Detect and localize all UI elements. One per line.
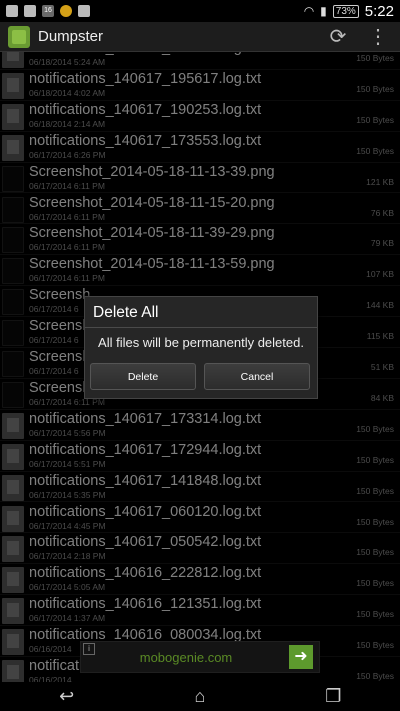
home-icon[interactable]: ⌂ bbox=[180, 685, 220, 709]
app-notification-icon bbox=[60, 5, 72, 17]
system-icons: ◠ ▮ 73% 5:22 bbox=[304, 3, 394, 20]
back-icon[interactable]: ↩ bbox=[47, 685, 87, 709]
recents-icon[interactable]: ❐ bbox=[313, 685, 353, 709]
overflow-menu-icon[interactable]: ⋮ bbox=[364, 23, 392, 51]
notification-icons: 16 bbox=[6, 5, 90, 17]
shop-icon bbox=[78, 5, 90, 17]
arrow-right-icon[interactable]: ➜ bbox=[289, 645, 313, 669]
dumpster-app-icon[interactable] bbox=[8, 25, 30, 48]
navigation-bar: ↩ ⌂ ❐ bbox=[0, 682, 400, 711]
status-bar: 16 ◠ ▮ 73% 5:22 bbox=[0, 0, 400, 22]
badge-icon: 16 bbox=[42, 5, 54, 17]
battery-indicator: 73% bbox=[332, 4, 359, 18]
signal-icon: ▮ bbox=[320, 4, 327, 18]
wifi-icon: ◠ bbox=[303, 4, 315, 18]
app-title: Dumpster bbox=[38, 28, 104, 45]
delete-all-dialog: Delete All All files will be permanently… bbox=[84, 296, 318, 399]
refresh-icon[interactable]: ⟳ bbox=[324, 23, 352, 51]
ad-text[interactable]: mobogenie.com bbox=[81, 650, 291, 665]
dialog-message: All files will be permanently deleted. bbox=[98, 335, 304, 350]
dialog-divider bbox=[85, 327, 317, 328]
notification-icon bbox=[6, 5, 18, 17]
dialog-title: Delete All bbox=[93, 304, 159, 321]
ad-banner[interactable]: i mobogenie.com ➜ bbox=[80, 641, 320, 673]
cancel-button[interactable]: Cancel bbox=[204, 363, 310, 390]
image-notification-icon bbox=[24, 5, 36, 17]
delete-button[interactable]: Delete bbox=[90, 363, 196, 390]
clock: 5:22 bbox=[364, 2, 394, 20]
action-bar: Dumpster ⟳ ⋮ bbox=[0, 22, 400, 52]
